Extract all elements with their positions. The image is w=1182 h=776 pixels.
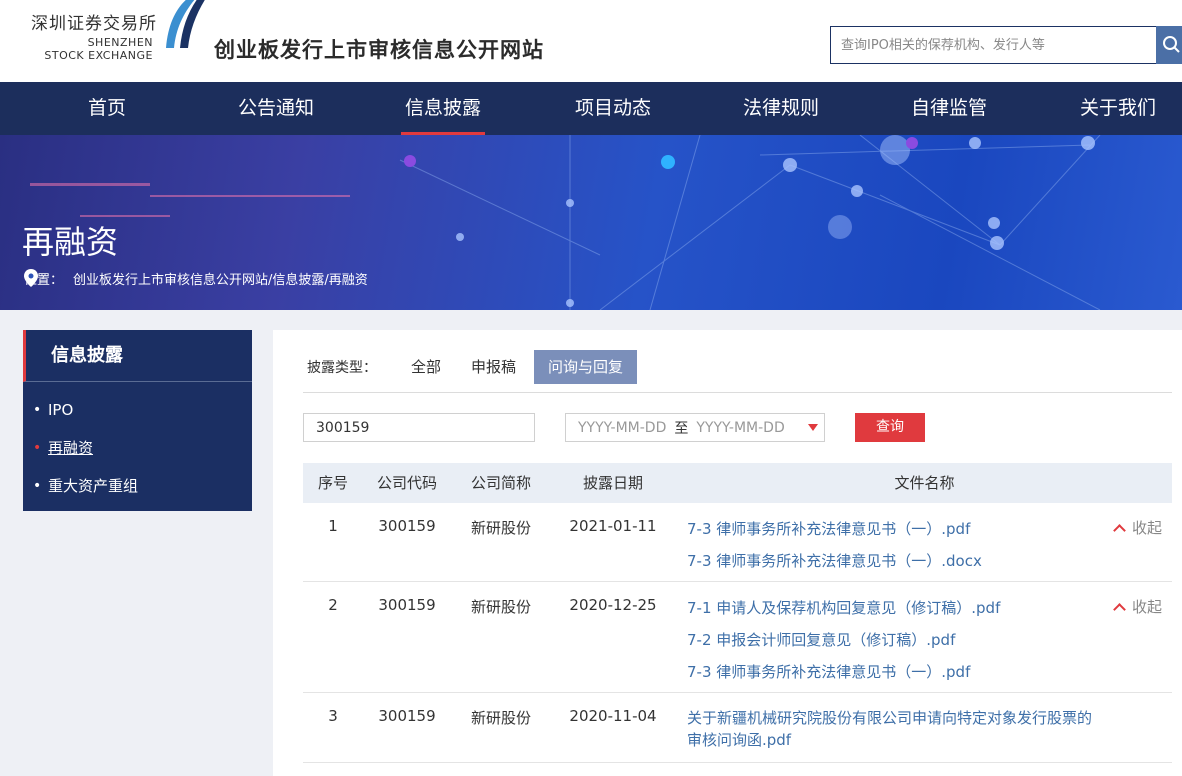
filter-label: 披露类型： xyxy=(307,360,377,376)
date-end-field[interactable]: YYYY-MM-DD xyxy=(696,420,784,436)
logo-en-line2: STOCK EXCHANGE xyxy=(44,49,153,62)
file-link[interactable]: 7-1 申请人及保荐机构回复意见（修订稿）.pdf xyxy=(687,596,1097,620)
file-link[interactable]: 7-3 律师事务所补充法律意见书（一）.pdf xyxy=(687,517,1097,541)
collapse-button[interactable]: 收起 xyxy=(1113,596,1162,617)
chevron-up-icon xyxy=(1113,602,1126,616)
site-header: 深圳证券交易所 SHENZHEN STOCK EXCHANGE 创业板发行上市审… xyxy=(0,0,1182,82)
search-icon xyxy=(1163,36,1180,53)
caret-down-icon[interactable] xyxy=(808,424,818,431)
logo-en-line1: SHENZHEN xyxy=(87,36,153,49)
bullet-icon: • xyxy=(33,402,42,418)
company-code-input[interactable] xyxy=(303,413,535,442)
col-header-name: 公司简称 xyxy=(470,474,531,492)
table-header: 序号 公司代码 公司简称 披露日期 文件名称 xyxy=(303,463,1172,503)
location-pin-icon xyxy=(24,269,38,287)
table-row: 1 300159 新研股份 2021-01-11 7-3 律师事务所补充法律意见… xyxy=(303,503,1172,582)
row-name: 新研股份 xyxy=(470,598,531,616)
main-nav: 首页 公告通知 信息披露 项目动态 法律规则 自律监管 关于我们 xyxy=(0,82,1182,135)
tab-all[interactable]: 全部 xyxy=(399,350,453,384)
sidebar-item-ipo[interactable]: • IPO xyxy=(23,391,252,429)
sidebar-item-refinancing[interactable]: • 再融资 xyxy=(23,429,252,467)
breadcrumb-path[interactable]: 创业板发行上市审核信息公开网站/信息披露/再融资 xyxy=(73,269,368,288)
query-button[interactable]: 查询 xyxy=(855,413,925,442)
date-separator: 至 xyxy=(674,420,689,437)
tab-inquiry-reply[interactable]: 问询与回复 xyxy=(534,350,638,384)
nav-item-supervision[interactable]: 自律监管 xyxy=(899,82,999,135)
row-code: 300159 xyxy=(378,517,436,535)
page-title: 再融资 xyxy=(22,223,119,261)
row-date: 2021-01-11 xyxy=(569,517,657,535)
nav-item-home[interactable]: 首页 xyxy=(62,82,152,135)
search-button[interactable] xyxy=(1156,26,1182,64)
table-row: 2 300159 新研股份 2020-12-25 7-1 申请人及保荐机构回复意… xyxy=(303,582,1172,693)
file-link[interactable]: 7-2 申报会计师回复意见（修订稿）.pdf xyxy=(687,628,1097,652)
col-header-no: 序号 xyxy=(317,474,348,492)
row-no: 1 xyxy=(328,517,338,535)
file-link[interactable]: 关于新疆机械研究院股份有限公司申请向特定对象发行股票的审核问询函.pdf xyxy=(687,707,1097,751)
tab-application[interactable]: 申报稿 xyxy=(459,350,528,384)
row-no: 3 xyxy=(328,707,338,725)
date-start-field[interactable]: YYYY-MM-DD xyxy=(578,420,666,436)
sidebar-title: 信息披露 xyxy=(23,330,252,382)
nav-item-rules[interactable]: 法律规则 xyxy=(731,82,831,135)
table-row: 3 300159 新研股份 2020-11-04 关于新疆机械研究院股份有限公司… xyxy=(303,693,1172,763)
collapse-label: 收起 xyxy=(1131,598,1162,616)
collapse-button[interactable]: 收起 xyxy=(1113,517,1162,538)
col-header-date: 披露日期 xyxy=(582,474,643,492)
chevron-up-icon xyxy=(1113,523,1126,537)
row-name: 新研股份 xyxy=(470,709,531,727)
logo-cn-text: 深圳证券交易所 xyxy=(31,14,157,34)
bullet-icon: • xyxy=(33,440,42,456)
page-banner: 再融资 位置： 创业板发行上市审核信息公开网站/信息披露/再融资 xyxy=(0,135,1182,310)
disclosure-type-filter: 披露类型： 全部 申报稿 问询与回复 xyxy=(307,350,643,384)
row-date: 2020-11-04 xyxy=(569,707,657,725)
row-date: 2020-12-25 xyxy=(569,596,657,614)
row-name: 新研股份 xyxy=(470,519,531,537)
row-no: 2 xyxy=(328,596,338,614)
sidebar-item-label: 再融资 xyxy=(48,439,94,457)
row-code: 300159 xyxy=(378,707,436,725)
szse-logo-icon xyxy=(166,0,205,48)
sidebar-item-label: 重大资产重组 xyxy=(48,477,139,495)
sidebar: 信息披露 • IPO • 再融资 • 重大资产重组 xyxy=(23,330,252,511)
main-panel: 披露类型： 全部 申报稿 问询与回复 YYYY-MM-DD 至 YYYY-MM-… xyxy=(273,330,1182,776)
logo-en-text: SHENZHEN STOCK EXCHANGE xyxy=(31,36,153,62)
col-header-code: 公司代码 xyxy=(376,474,437,492)
nav-item-about[interactable]: 关于我们 xyxy=(1068,82,1168,135)
search-input[interactable] xyxy=(831,27,1157,63)
sidebar-item-restructuring[interactable]: • 重大资产重组 xyxy=(23,467,252,505)
site-title: 创业板发行上市审核信息公开网站 xyxy=(214,38,544,62)
divider xyxy=(303,392,1172,393)
file-list: 7-3 律师事务所补充法律意见书（一）.pdf 7-3 律师事务所补充法律意见书… xyxy=(687,517,1097,581)
file-link[interactable]: 7-3 律师事务所补充法律意见书（一）.docx xyxy=(687,549,1097,573)
file-list: 关于新疆机械研究院股份有限公司申请向特定对象发行股票的审核问询函.pdf xyxy=(687,707,1097,759)
collapse-label: 收起 xyxy=(1131,519,1162,537)
nav-item-projects[interactable]: 项目动态 xyxy=(563,82,663,135)
date-range-picker[interactable]: YYYY-MM-DD 至 YYYY-MM-DD xyxy=(565,413,825,442)
sidebar-item-label: IPO xyxy=(48,401,74,419)
search-box xyxy=(830,26,1158,64)
nav-item-disclosure[interactable]: 信息披露 xyxy=(401,82,485,135)
file-link[interactable]: 7-3 律师事务所补充法律意见书（一）.pdf xyxy=(687,660,1097,684)
nav-item-notices[interactable]: 公告通知 xyxy=(226,82,326,135)
row-code: 300159 xyxy=(378,596,436,614)
col-header-file: 文件名称 xyxy=(894,474,955,492)
bullet-icon: • xyxy=(33,478,42,494)
breadcrumb: 位置： 创业板发行上市审核信息公开网站/信息披露/再融资 xyxy=(24,269,368,288)
file-list: 7-1 申请人及保荐机构回复意见（修订稿）.pdf 7-2 申报会计师回复意见（… xyxy=(687,596,1097,692)
